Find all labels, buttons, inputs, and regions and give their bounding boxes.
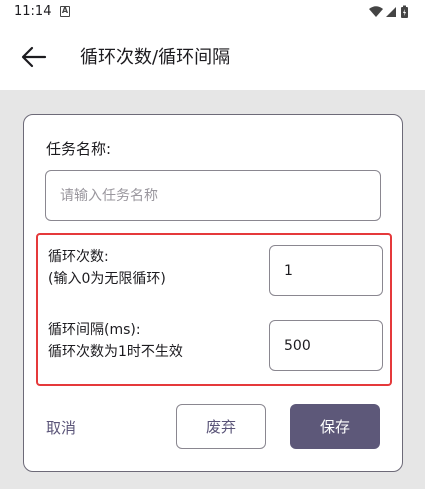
task-name-input[interactable] — [45, 170, 381, 221]
wifi-icon — [369, 6, 383, 17]
loop-settings-section: 循环次数: (输入0为无限循环) 循环间隔(ms): 循环次数为1时不生效 — [36, 233, 392, 386]
notification-a-icon: A — [60, 6, 70, 17]
status-time: 11:14 — [14, 4, 52, 19]
loop-count-hint: (输入0为无限循环) — [48, 271, 166, 287]
task-name-label: 任务名称: — [46, 140, 112, 158]
loop-settings-dialog: 任务名称: 循环次数: (输入0为无限循环) 循环间隔(ms): 循环次数为1时… — [23, 114, 403, 472]
save-button[interactable]: 保存 — [290, 404, 380, 449]
cancel-button[interactable]: 取消 — [46, 414, 76, 440]
loop-interval-label: 循环间隔(ms): — [48, 322, 141, 338]
loop-interval-input[interactable] — [269, 320, 383, 371]
battery-icon — [401, 5, 408, 18]
status-icons — [369, 5, 411, 19]
page-title: 循环次数/循环间隔 — [80, 47, 231, 68]
loop-count-label: 循环次数: — [48, 249, 109, 265]
loop-count-input[interactable] — [269, 245, 383, 296]
discard-button[interactable]: 废弃 — [176, 404, 266, 449]
signal-icon — [386, 7, 396, 17]
status-bar: 11:14 A — [0, 0, 425, 24]
app-bar: 循环次数/循环间隔 — [0, 24, 425, 90]
loop-interval-hint: 循环次数为1时不生效 — [48, 344, 183, 360]
arrow-left-icon[interactable] — [21, 46, 47, 68]
